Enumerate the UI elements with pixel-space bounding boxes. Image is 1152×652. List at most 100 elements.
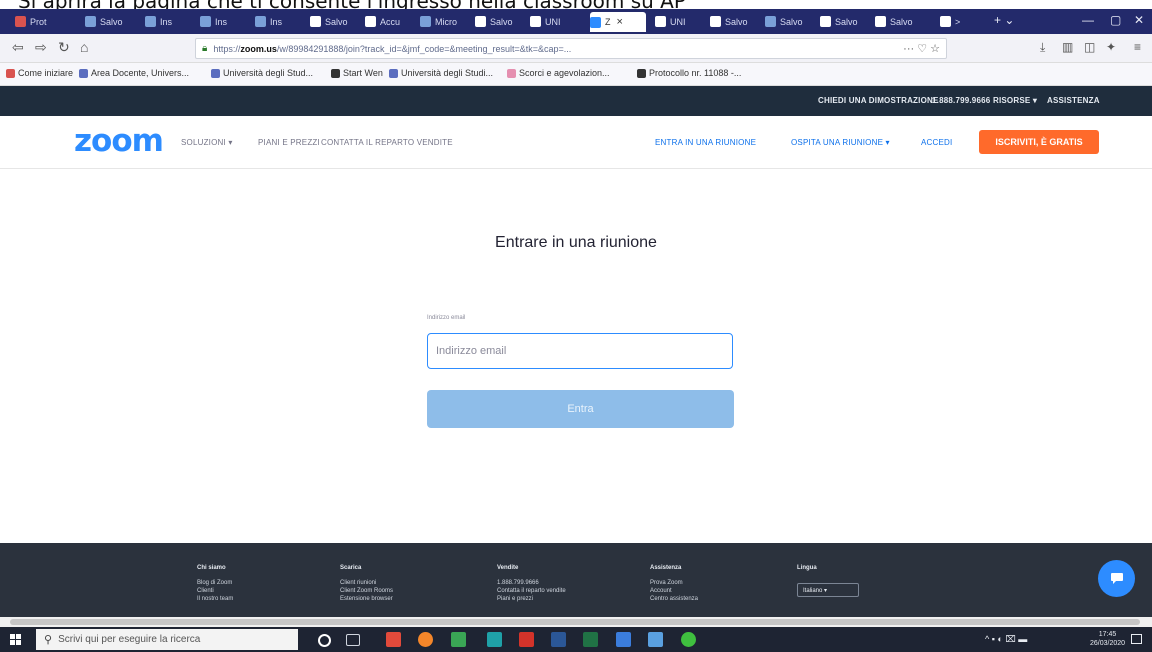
bookmark-item[interactable]: Università degli Studi... [389,68,493,78]
menu-icon[interactable]: ≡ [1134,40,1141,54]
new-tab-icon[interactable]: + ⌄ [994,13,1014,27]
browser-tab[interactable]: Salvo [820,13,872,30]
host-meeting-menu[interactable]: OSPITA UNA RIUNIONE ▾ [791,138,890,147]
browser-tab[interactable]: Salvo [475,13,527,30]
bookmark-item[interactable]: Come iniziare [6,68,73,78]
language-select[interactable]: Italiano ▾ [797,583,859,597]
sidebar-icon[interactable]: ◫ [1084,40,1095,54]
horizontal-scrollbar[interactable] [0,617,1152,627]
plans-link[interactable]: PIANI E PREZZI [258,138,320,147]
browser-tab[interactable]: Accu [365,13,417,30]
browser-navigation-bar: ⇦ ⇨ ↻ ⌂ 🔒︎ https:// zoom.us /w/899842918… [0,34,1152,63]
app-green-icon[interactable] [451,632,466,647]
minimize-button[interactable]: — [1082,13,1094,27]
home-icon[interactable]: ⌂ [80,39,88,55]
zoom-header: zoom SOLUZIONI ▾ PIANI E PREZZI CONTATTA… [0,116,1152,169]
tab-favicon-icon [820,16,831,27]
scrollbar-thumb[interactable] [10,619,1140,625]
footer-link[interactable]: 1.888.799.9666 [497,579,566,587]
acrobat-icon[interactable] [519,632,534,647]
phone-link[interactable]: 1.888.799.9666 [932,96,990,105]
footer-link[interactable]: Centro assistenza [650,595,698,603]
notifications-icon[interactable] [1131,634,1142,644]
app-blue-icon[interactable] [616,632,631,647]
browser-tab[interactable]: Salvo [310,13,362,30]
bookmark-label: Protocollo nr. 11088 -... [649,68,742,78]
browser-tab[interactable]: Salvo [875,13,927,30]
join-meeting-link[interactable]: ENTRA IN UNA RIUNIONE [655,138,756,147]
footer-link[interactable]: Client Zoom Rooms [340,587,393,595]
library-icon[interactable]: ▥ [1062,40,1073,54]
bookmark-item[interactable]: Scorci e agevolazion... [507,68,610,78]
app-green-circle-icon[interactable] [681,632,696,647]
browser-tab[interactable]: > [940,13,992,30]
browser-tab[interactable]: Ins [255,13,307,30]
browser-tab[interactable]: Micro [420,13,472,30]
bookmark-item[interactable]: Area Docente, Univers... [79,68,189,78]
extension-icon[interactable]: ✦ [1106,40,1116,54]
footer-link[interactable]: Contatta il reparto vendite [497,587,566,595]
email-input[interactable] [427,333,733,369]
browser-tab[interactable]: Prot [15,13,67,30]
browser-tab[interactable]: Salvo [710,13,762,30]
join-button[interactable]: Entra [427,390,734,428]
browser-tab[interactable]: Salvo [85,13,137,30]
bookmark-favicon-icon [211,68,220,78]
app-red-icon[interactable] [386,632,401,647]
browser-tab[interactable]: Ins [145,13,197,30]
word-icon[interactable] [551,632,566,647]
close-window-button[interactable]: ✕ [1134,13,1144,27]
footer-link[interactable]: Il nostro team [197,595,233,603]
download-icon[interactable]: ⤓ [1040,40,1045,55]
resources-menu[interactable]: RISORSE ▾ [993,96,1037,105]
zoom-logo[interactable]: zoom [74,123,164,159]
footer-link[interactable]: Estensione browser [340,595,393,603]
footer-link[interactable]: Blog di Zoom [197,579,233,587]
forward-icon[interactable]: ⇨ [35,39,47,56]
tab-favicon-icon [710,16,721,27]
bookmark-item[interactable]: Start Wen [331,68,383,78]
maximize-button[interactable]: ▢ [1110,13,1121,27]
app-multi-icon[interactable] [648,632,663,647]
clock[interactable]: 17:45 26/03/2020 [1090,630,1125,648]
address-bar[interactable]: 🔒︎ https:// zoom.us /w/89984291888/join?… [195,38,947,59]
firefox-icon[interactable] [418,632,433,647]
excel-icon[interactable] [583,632,598,647]
back-icon[interactable]: ⇦ [12,39,24,56]
footer-link[interactable]: Clienti [197,587,233,595]
bookmark-item[interactable]: Università degli Stud... [211,68,313,78]
footer-link[interactable]: Account [650,587,698,595]
footer-column-language: Lingua [797,564,817,579]
footer-column: Scarica Client riunioni Client Zoom Rooms E… [340,564,393,603]
bookmark-label: Start Wen [343,68,383,78]
close-tab-icon[interactable]: × [617,16,623,28]
task-view-icon[interactable] [346,634,360,646]
support-link[interactable]: ASSISTENZA [1047,96,1100,105]
app-teal-icon[interactable] [487,632,502,647]
reload-icon[interactable]: ↻ [58,39,70,56]
footer-link[interactable]: Prova Zoom [650,579,698,587]
browser-tab[interactable]: Z × [590,12,646,32]
sign-up-button[interactable]: ISCRIVITI, È GRATIS [979,130,1099,154]
url-prefix: https:// [213,43,241,54]
solutions-menu[interactable]: SOLUZIONI ▾ [181,138,233,147]
request-demo-link[interactable]: CHIEDI UNA DIMOSTRAZIONE [818,96,939,105]
cortana-icon[interactable] [318,634,331,647]
browser-tab[interactable]: UNI [655,13,707,30]
taskbar-search[interactable]: ⚲ Scrivi qui per eseguire la ricerca [36,629,298,650]
contact-sales-link[interactable]: CONTATTA IL REPARTO VENDITE [321,138,453,147]
browser-tab[interactable]: Ins [200,13,252,30]
tab-favicon-icon [590,16,601,28]
tray-icons[interactable]: ^ ▪ ◐ ⌧ ▬ [985,634,1027,645]
browser-tab[interactable]: UNI [530,13,582,30]
footer-link[interactable]: Client riunioni [340,579,393,587]
chat-button[interactable] [1098,560,1135,597]
bookmark-item[interactable]: Protocollo nr. 11088 -... [637,68,741,78]
footer-link[interactable]: Piani e prezzi [497,595,566,603]
tab-label: Salvo [890,16,913,27]
sign-in-link[interactable]: ACCEDI [921,138,952,147]
tab-favicon-icon [85,16,96,27]
url-actions[interactable]: ··· ♡ ☆ [903,42,946,55]
browser-tab[interactable]: Salvo [765,13,817,30]
windows-start-icon[interactable] [10,634,21,645]
